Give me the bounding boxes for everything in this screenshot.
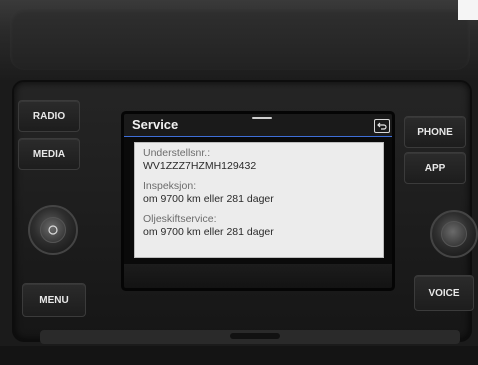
phone-button[interactable]: PHONE: [404, 116, 466, 148]
vin-label: Understellsnr.:: [143, 147, 211, 159]
screen-reflection: [124, 264, 392, 288]
lower-dash: [0, 346, 478, 365]
radio-button[interactable]: RADIO: [18, 100, 80, 132]
oil-service-value: om 9700 km eller 281 dager: [143, 226, 274, 238]
media-button[interactable]: MEDIA: [18, 138, 80, 170]
screen-title: Service: [132, 117, 179, 132]
oil-service-label: Oljeskiftservice:: [143, 213, 217, 225]
menu-button[interactable]: MENU: [22, 283, 86, 317]
vin-value: WV1ZZZ7HZMH129432: [143, 160, 257, 172]
dashboard-visor: [10, 8, 470, 70]
power-knob-icon: [40, 217, 66, 243]
volume-knob[interactable]: [28, 205, 78, 255]
voice-button[interactable]: VOICE: [414, 275, 474, 311]
inspection-value: om 9700 km eller 281 dager: [143, 193, 274, 205]
dashboard-top: [0, 0, 478, 80]
touchscreen: Service Understellsnr.: WV1ZZZ7HZMH12943…: [124, 114, 392, 288]
knob-cap-icon: [441, 221, 467, 247]
back-arrow-icon: [377, 122, 387, 130]
window-light: [458, 0, 478, 20]
title-bar: Service: [124, 114, 392, 137]
back-button[interactable]: [374, 119, 390, 133]
bottom-slot: [230, 333, 280, 339]
pull-down-handle[interactable]: [252, 117, 272, 119]
inspection-label: Inspeksjon:: [143, 180, 197, 192]
service-info-panel: Understellsnr.: WV1ZZZ7HZMH129432 Inspek…: [134, 142, 384, 258]
app-button[interactable]: APP: [404, 152, 466, 184]
tune-knob[interactable]: [430, 210, 478, 258]
